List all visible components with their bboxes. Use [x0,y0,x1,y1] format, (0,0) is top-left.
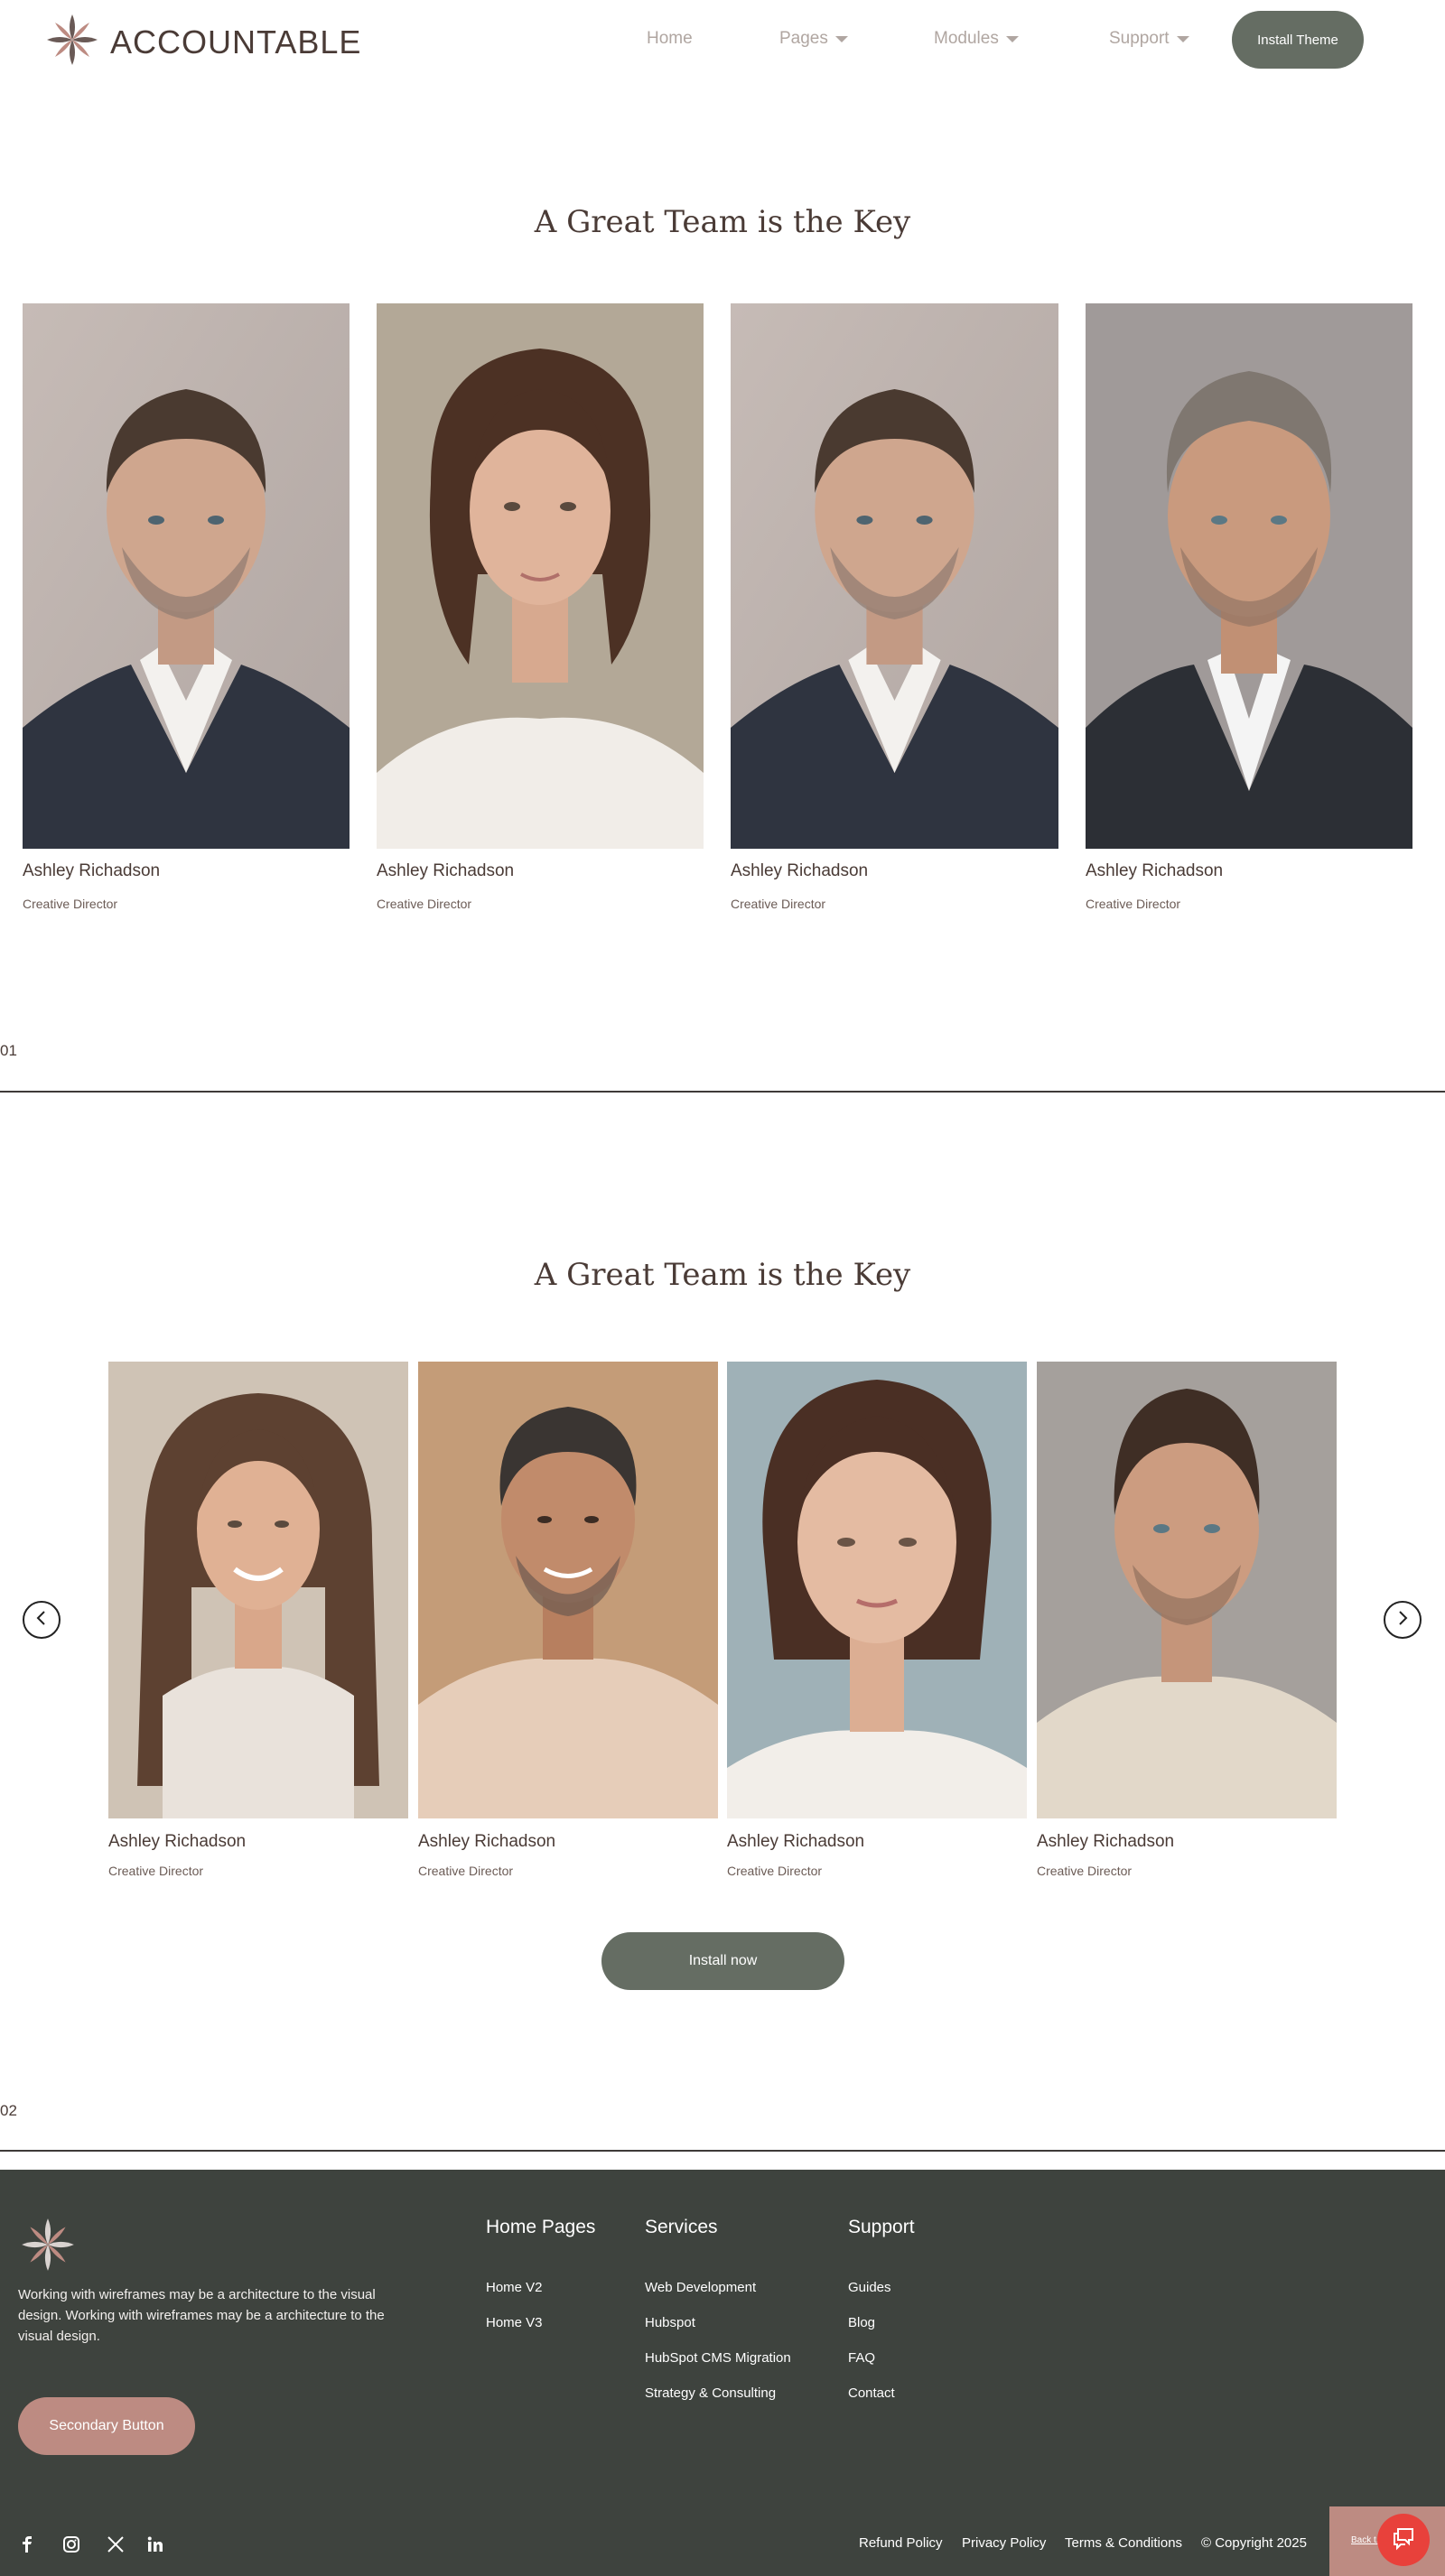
team-member-role: Creative Director [418,1864,514,1878]
caret-down-icon [1005,35,1019,42]
team-member-photo [727,1362,1027,1818]
team-member-role: Creative Director [1037,1864,1133,1878]
terms-link[interactable]: Terms & Conditions [1065,2535,1182,2551]
caret-down-icon [834,35,848,42]
team-member-name: Ashley Richadson [727,1832,865,1851]
site-footer: Working with wireframes may be a archite… [0,2170,1445,2576]
section-divider [0,1091,1445,1093]
team-member-photo [377,303,704,849]
footer-col-title-home-pages: Home Pages [486,2217,596,2237]
section-1-number: 01 [0,1042,17,1059]
nav-item-home[interactable]: Home [647,29,693,49]
team-member-role: Creative Director [377,897,472,911]
chevron-right-icon [1394,1610,1411,1631]
nav-item-modules[interactable]: Modules [934,29,1019,49]
chat-widget-button[interactable] [1377,2514,1430,2566]
carousel-prev-button[interactable] [23,1601,61,1639]
secondary-button[interactable]: Secondary Button [18,2397,195,2455]
footer-link[interactable]: Blog [848,2315,875,2330]
team-member-role: Creative Director [1086,897,1181,911]
install-theme-button[interactable]: Install Theme [1232,11,1364,69]
facebook-icon[interactable] [16,2534,38,2555]
footer-link[interactable]: Home V3 [486,2315,543,2330]
team-member-photo [23,303,350,849]
team-member-role: Creative Director [731,897,826,911]
team-member-role: Creative Director [23,897,118,911]
team-member-name: Ashley Richadson [418,1832,556,1851]
linkedin-icon[interactable] [144,2534,166,2555]
copyright-text: © Copyright 2025 [1201,2535,1307,2551]
site-header: ACCOUNTABLE Home Pages Modules Support I… [0,0,1445,81]
carousel-next-button[interactable] [1384,1601,1422,1639]
team-member-role: Creative Director [727,1864,823,1878]
team-member-photo [1086,303,1412,849]
nav-item-label: Home [647,29,693,48]
team-member-photo [108,1362,408,1818]
caret-down-icon [1176,35,1189,42]
section-1-title: A Great Team is the Key [534,204,911,240]
flower-logo-icon[interactable] [18,2215,78,2279]
footer-link[interactable]: Web Development [645,2280,756,2295]
team-member-photo [418,1362,718,1818]
chat-bubble-icon [1391,2525,1416,2555]
team-member-name: Ashley Richadson [1086,861,1224,880]
footer-link[interactable]: Hubspot [645,2315,695,2330]
footer-description: Working with wireframes may be a archite… [18,2287,385,2344]
x-icon[interactable] [105,2534,126,2555]
team-member-name: Ashley Richadson [731,861,869,880]
section-divider [0,2150,1445,2152]
team-member-name: Ashley Richadson [108,1832,247,1851]
chevron-left-icon [33,1610,50,1631]
nav-item-label: Pages [779,29,828,48]
team-member-photo [731,303,1058,849]
nav-item-support[interactable]: Support [1109,29,1189,49]
nav-item-label: Modules [934,29,999,48]
refund-policy-link[interactable]: Refund Policy [859,2535,943,2551]
brand-name: ACCOUNTABLE [110,23,362,60]
footer-link[interactable]: HubSpot CMS Migration [645,2350,791,2366]
footer-link[interactable]: Contact [848,2385,895,2401]
privacy-policy-link[interactable]: Privacy Policy [962,2535,1046,2551]
footer-col-title-services: Services [645,2217,718,2237]
team-member-name: Ashley Richadson [377,861,515,880]
section-2-number: 02 [0,2102,17,2119]
team-member-photo [1037,1362,1337,1818]
section-2-title: A Great Team is the Key [534,1257,911,1293]
flower-logo-icon [43,11,101,73]
footer-link[interactable]: Strategy & Consulting [645,2385,776,2401]
brand-logo[interactable]: ACCOUNTABLE [43,11,361,73]
team-member-name: Ashley Richadson [23,861,161,880]
footer-link[interactable]: FAQ [848,2350,875,2366]
nav-item-label: Support [1109,29,1170,48]
footer-link[interactable]: Guides [848,2280,891,2295]
footer-link[interactable]: Home V2 [486,2280,543,2295]
install-now-button[interactable]: Install now [601,1932,844,1990]
nav-item-pages[interactable]: Pages [779,29,848,49]
team-member-name: Ashley Richadson [1037,1832,1175,1851]
footer-col-title-support: Support [848,2217,915,2237]
instagram-icon[interactable] [61,2534,82,2555]
team-member-role: Creative Director [108,1864,204,1878]
